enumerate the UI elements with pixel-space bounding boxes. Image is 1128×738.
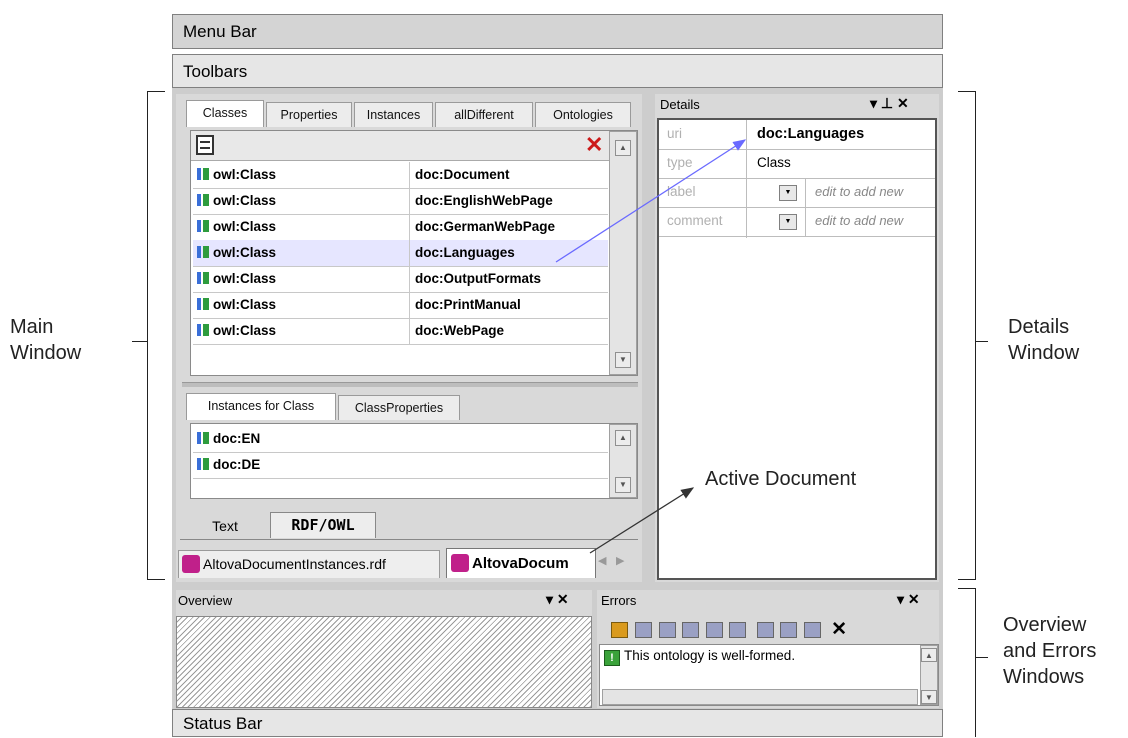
callout-arrows bbox=[555, 139, 747, 554]
active-document-arrow bbox=[589, 487, 695, 554]
uri-callout-arrow bbox=[555, 139, 747, 263]
